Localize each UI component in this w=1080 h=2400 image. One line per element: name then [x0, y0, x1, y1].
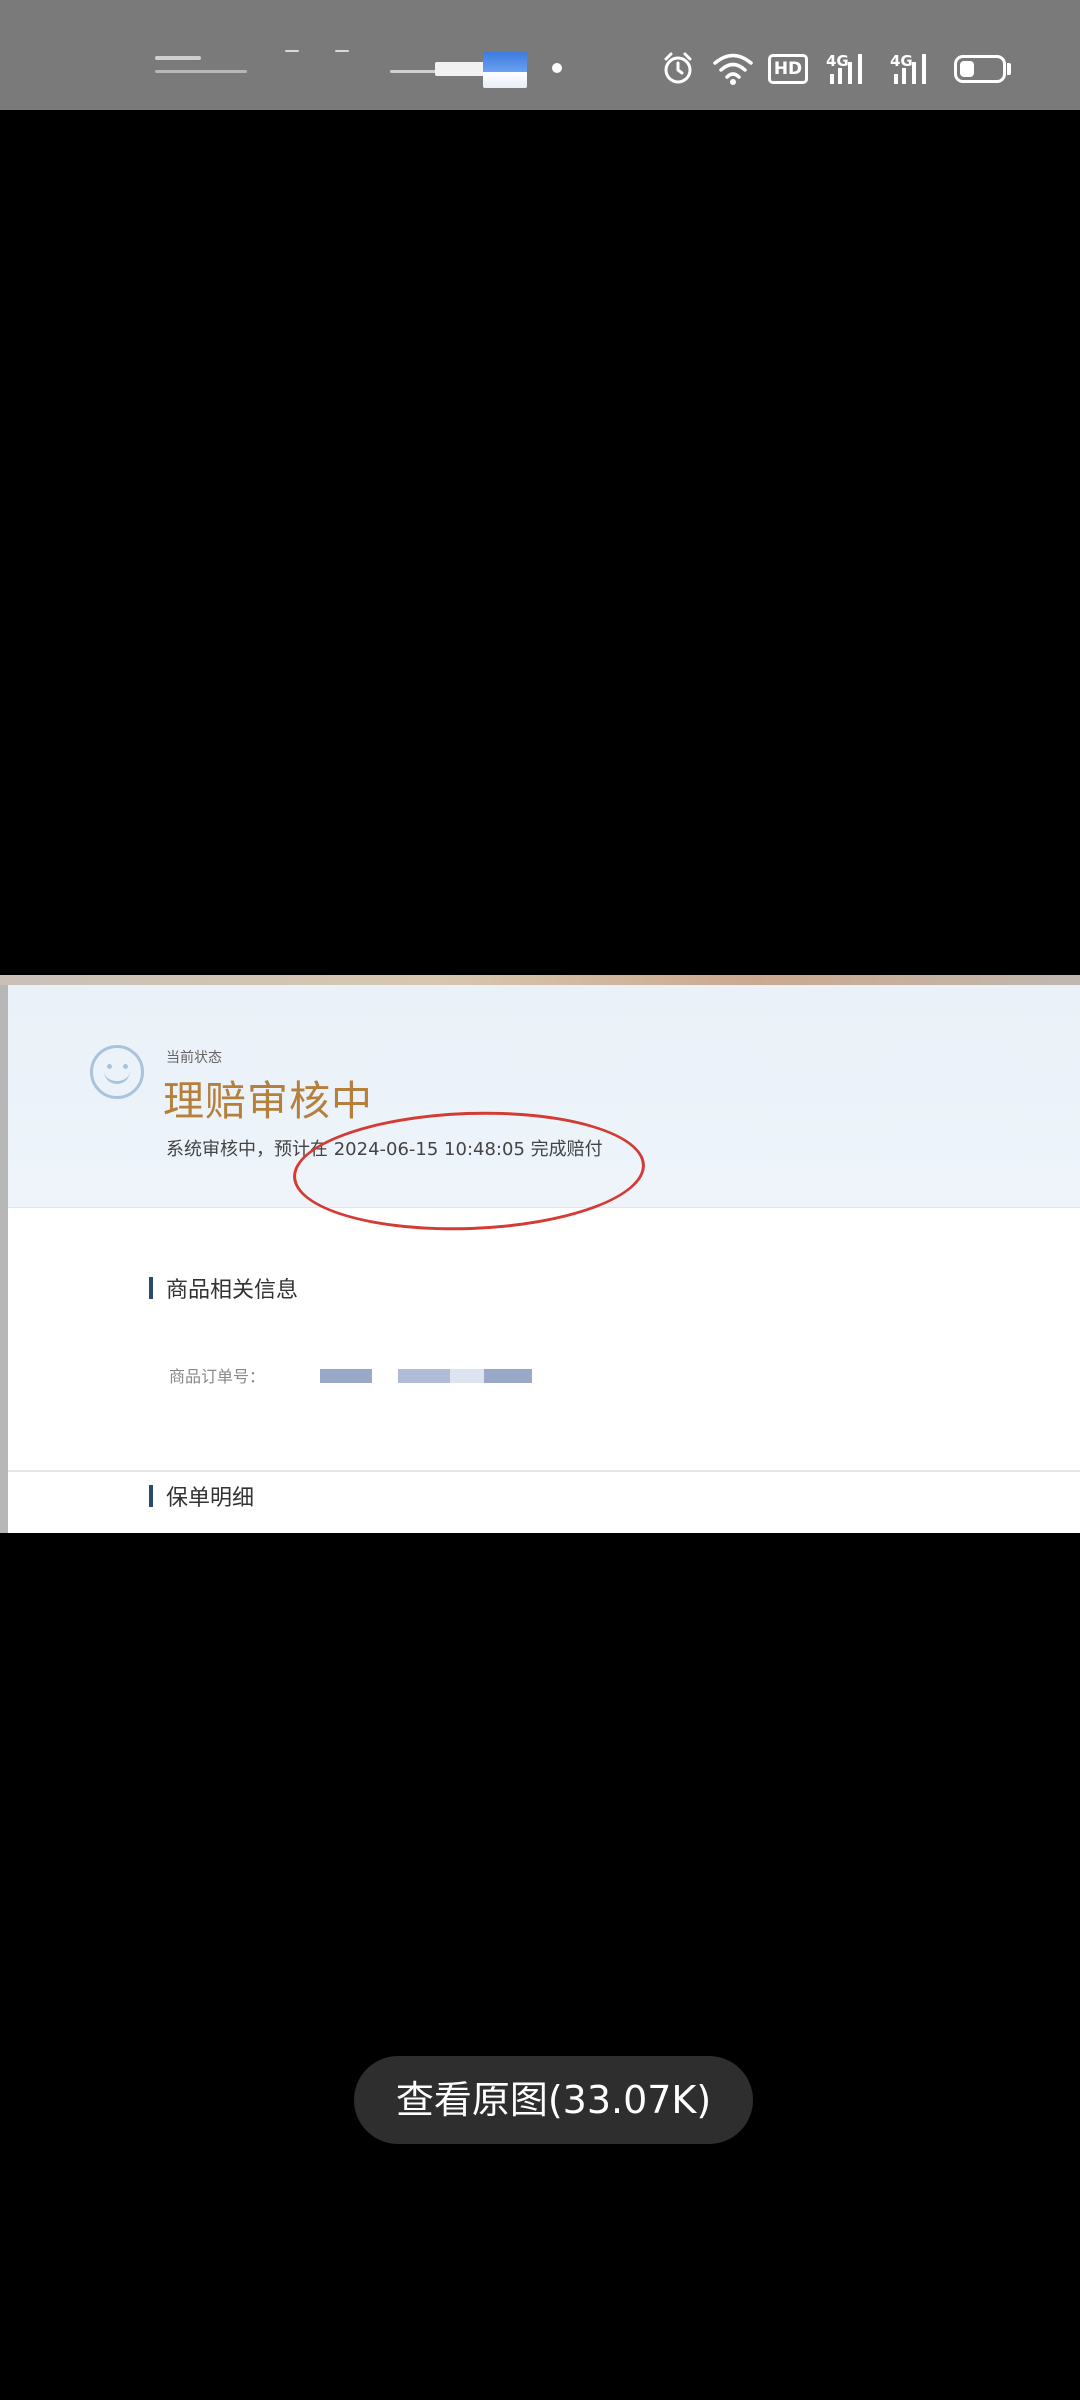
view-original-button[interactable]: 查看原图(33.07K): [354, 2056, 753, 2144]
redacted-order-number: [398, 1369, 450, 1383]
blurred-notification-icon: [435, 62, 485, 76]
section-divider: [8, 1470, 1080, 1472]
hd-icon: HD: [768, 54, 808, 84]
section-marker: [149, 1485, 153, 1507]
order-number-label: 商品订单号：: [169, 1367, 266, 1386]
claim-status-panel: 当前状态 理赔审核中 系统审核中，预计在 2024-06-15 10:48:05…: [8, 985, 1080, 1237]
redacted-order-number: [450, 1369, 484, 1383]
battery-icon: [954, 55, 1006, 83]
current-status-caption: 当前状态: [166, 1050, 222, 1066]
battery-level: [960, 61, 974, 77]
more-notifications-dot: [552, 63, 562, 73]
blurred-notification-text: [155, 56, 201, 60]
blurred-notification-text: [155, 70, 247, 73]
blurred-notification-text: [335, 50, 349, 52]
section-title-policy-details: 保单明细: [166, 1486, 255, 1511]
claim-status-title: 理赔审核中: [163, 1077, 373, 1125]
battery-tip: [1007, 63, 1011, 75]
blurred-notification-text: [285, 50, 299, 52]
smiley-mouth: [104, 1066, 130, 1084]
section-marker: [149, 1277, 153, 1299]
signal-icon: [894, 54, 926, 84]
redacted-order-number: [484, 1369, 532, 1383]
section-title-product-info: 商品相关信息: [166, 1278, 299, 1303]
smiley-icon: [90, 1045, 144, 1099]
status-bar: HD 4G 4G: [0, 0, 1080, 110]
image-preview[interactable]: 当前状态 理赔审核中 系统审核中，预计在 2024-06-15 10:48:05…: [0, 975, 1080, 1533]
signal-icon: [830, 54, 862, 84]
alarm-icon: [664, 52, 692, 84]
wifi-icon: [713, 53, 753, 85]
claim-page-photo: 当前状态 理赔审核中 系统审核中，预计在 2024-06-15 10:48:05…: [8, 985, 1080, 1533]
blurred-notification-icon: [483, 52, 527, 88]
redacted-order-number: [320, 1369, 372, 1383]
photo-edge: [0, 975, 1080, 985]
